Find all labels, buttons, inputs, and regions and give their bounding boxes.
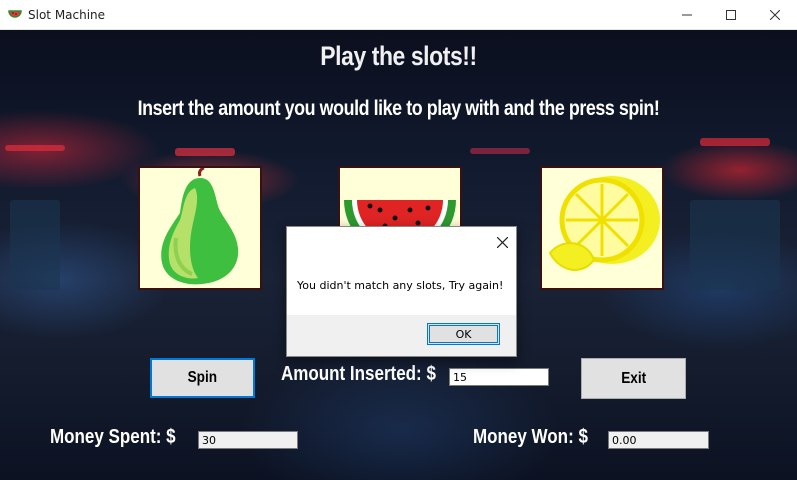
- dialog-close-button[interactable]: [496, 231, 509, 253]
- money-spent-field: 30: [198, 431, 298, 449]
- money-spent-label: Money Spent: $: [50, 426, 176, 448]
- slot-3: [540, 166, 664, 290]
- background-light: [700, 138, 770, 146]
- close-button[interactable]: [752, 0, 797, 29]
- maximize-button[interactable]: [708, 0, 754, 29]
- watermelon-icon: [8, 10, 22, 18]
- amount-inserted-label: Amount Inserted: $: [281, 363, 436, 385]
- page-title: Play the slots!!: [320, 41, 477, 71]
- window-title: Slot Machine: [28, 8, 106, 22]
- dialog-footer: OK: [287, 315, 516, 356]
- spin-button[interactable]: Spin: [150, 358, 255, 398]
- background-light: [10, 200, 60, 290]
- minimize-button[interactable]: [664, 0, 710, 29]
- minimize-icon: [682, 14, 692, 15]
- title-bar: Slot Machine: [0, 0, 797, 30]
- money-won-field: 0.00: [608, 431, 709, 449]
- lemon-icon: [548, 176, 660, 271]
- close-icon: [496, 236, 509, 249]
- dialog-message: You didn't match any slots, Try again!: [297, 279, 504, 292]
- slot-1: [138, 166, 262, 290]
- maximize-icon: [726, 9, 736, 20]
- message-dialog: You didn't match any slots, Try again! O…: [286, 226, 517, 357]
- background-light: [690, 200, 780, 290]
- ok-button[interactable]: OK: [427, 323, 500, 345]
- background-light: [175, 148, 235, 156]
- close-icon: [770, 9, 780, 20]
- exit-button[interactable]: Exit: [581, 358, 686, 399]
- amount-input[interactable]: 15: [449, 368, 549, 386]
- background-light: [470, 148, 530, 154]
- background-light: [5, 145, 65, 151]
- pear-icon: [161, 168, 239, 285]
- money-won-label: Money Won: $: [473, 426, 588, 448]
- instructions-text: Insert the amount you would like to play…: [137, 97, 660, 120]
